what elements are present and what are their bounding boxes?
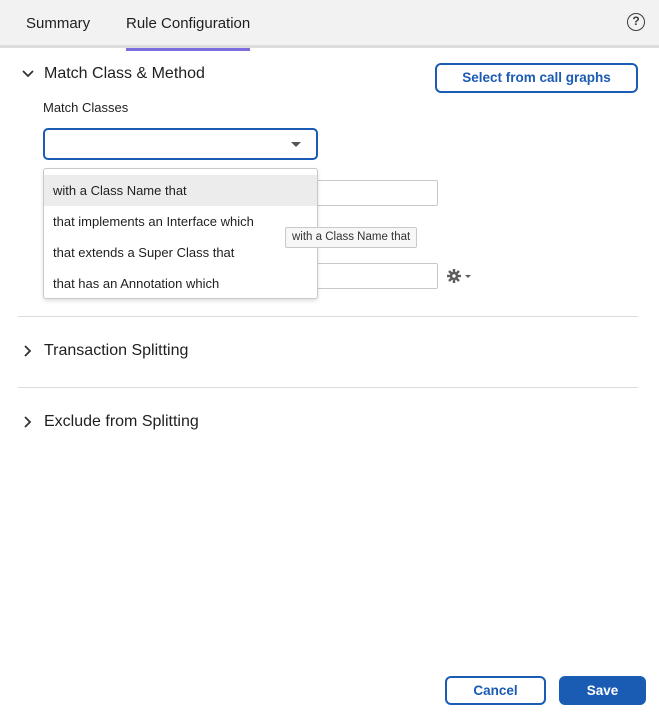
section-divider — [18, 387, 638, 388]
cancel-button[interactable]: Cancel — [445, 676, 546, 705]
section-title-match-class-method: Match Class & Method — [44, 65, 205, 82]
gear-icon[interactable] — [446, 266, 474, 286]
dropdown-caret-icon — [291, 142, 301, 147]
section-toggle-match-class-method[interactable]: Match Class & Method — [20, 65, 205, 83]
section-toggle-transaction-splitting[interactable]: Transaction Splitting — [20, 342, 188, 360]
class-name-input[interactable] — [310, 180, 438, 206]
section-title-exclude-from-splitting: Exclude from Splitting — [44, 413, 199, 430]
chevron-right-icon — [24, 345, 32, 357]
tab-rule-configuration[interactable]: Rule Configuration — [126, 0, 251, 51]
match-classes-dropdown: with a Class Name that that implements a… — [43, 168, 318, 299]
section-toggle-exclude-from-splitting[interactable]: Exclude from Splitting — [20, 413, 199, 431]
dropdown-option-interface[interactable]: that implements an Interface which — [44, 206, 317, 237]
dropdown-option-super-class[interactable]: that extends a Super Class that — [44, 237, 317, 268]
tab-bar: Summary Rule Configuration ? — [0, 0, 659, 51]
chevron-down-icon — [22, 70, 34, 78]
active-tab-indicator — [126, 48, 251, 51]
select-from-call-graphs-button[interactable]: Select from call graphs — [435, 63, 638, 93]
option-tooltip: with a Class Name that — [285, 227, 418, 248]
tab-rule-configuration-label: Rule Configuration — [126, 15, 251, 32]
gear-caret-icon — [465, 275, 471, 278]
help-icon[interactable]: ? — [627, 13, 645, 31]
match-classes-label: Match Classes — [43, 100, 129, 115]
tab-summary[interactable]: Summary — [26, 0, 90, 48]
method-name-input[interactable] — [310, 263, 438, 289]
dropdown-option-class-name[interactable]: with a Class Name that — [44, 175, 317, 206]
dropdown-option-annotation[interactable]: that has an Annotation which — [44, 268, 317, 299]
section-title-transaction-splitting: Transaction Splitting — [44, 342, 189, 359]
section-divider — [18, 316, 638, 317]
gear-glyph-icon — [447, 269, 461, 283]
match-classes-select[interactable] — [43, 128, 318, 160]
save-button[interactable]: Save — [559, 676, 646, 705]
chevron-right-icon — [24, 416, 32, 428]
